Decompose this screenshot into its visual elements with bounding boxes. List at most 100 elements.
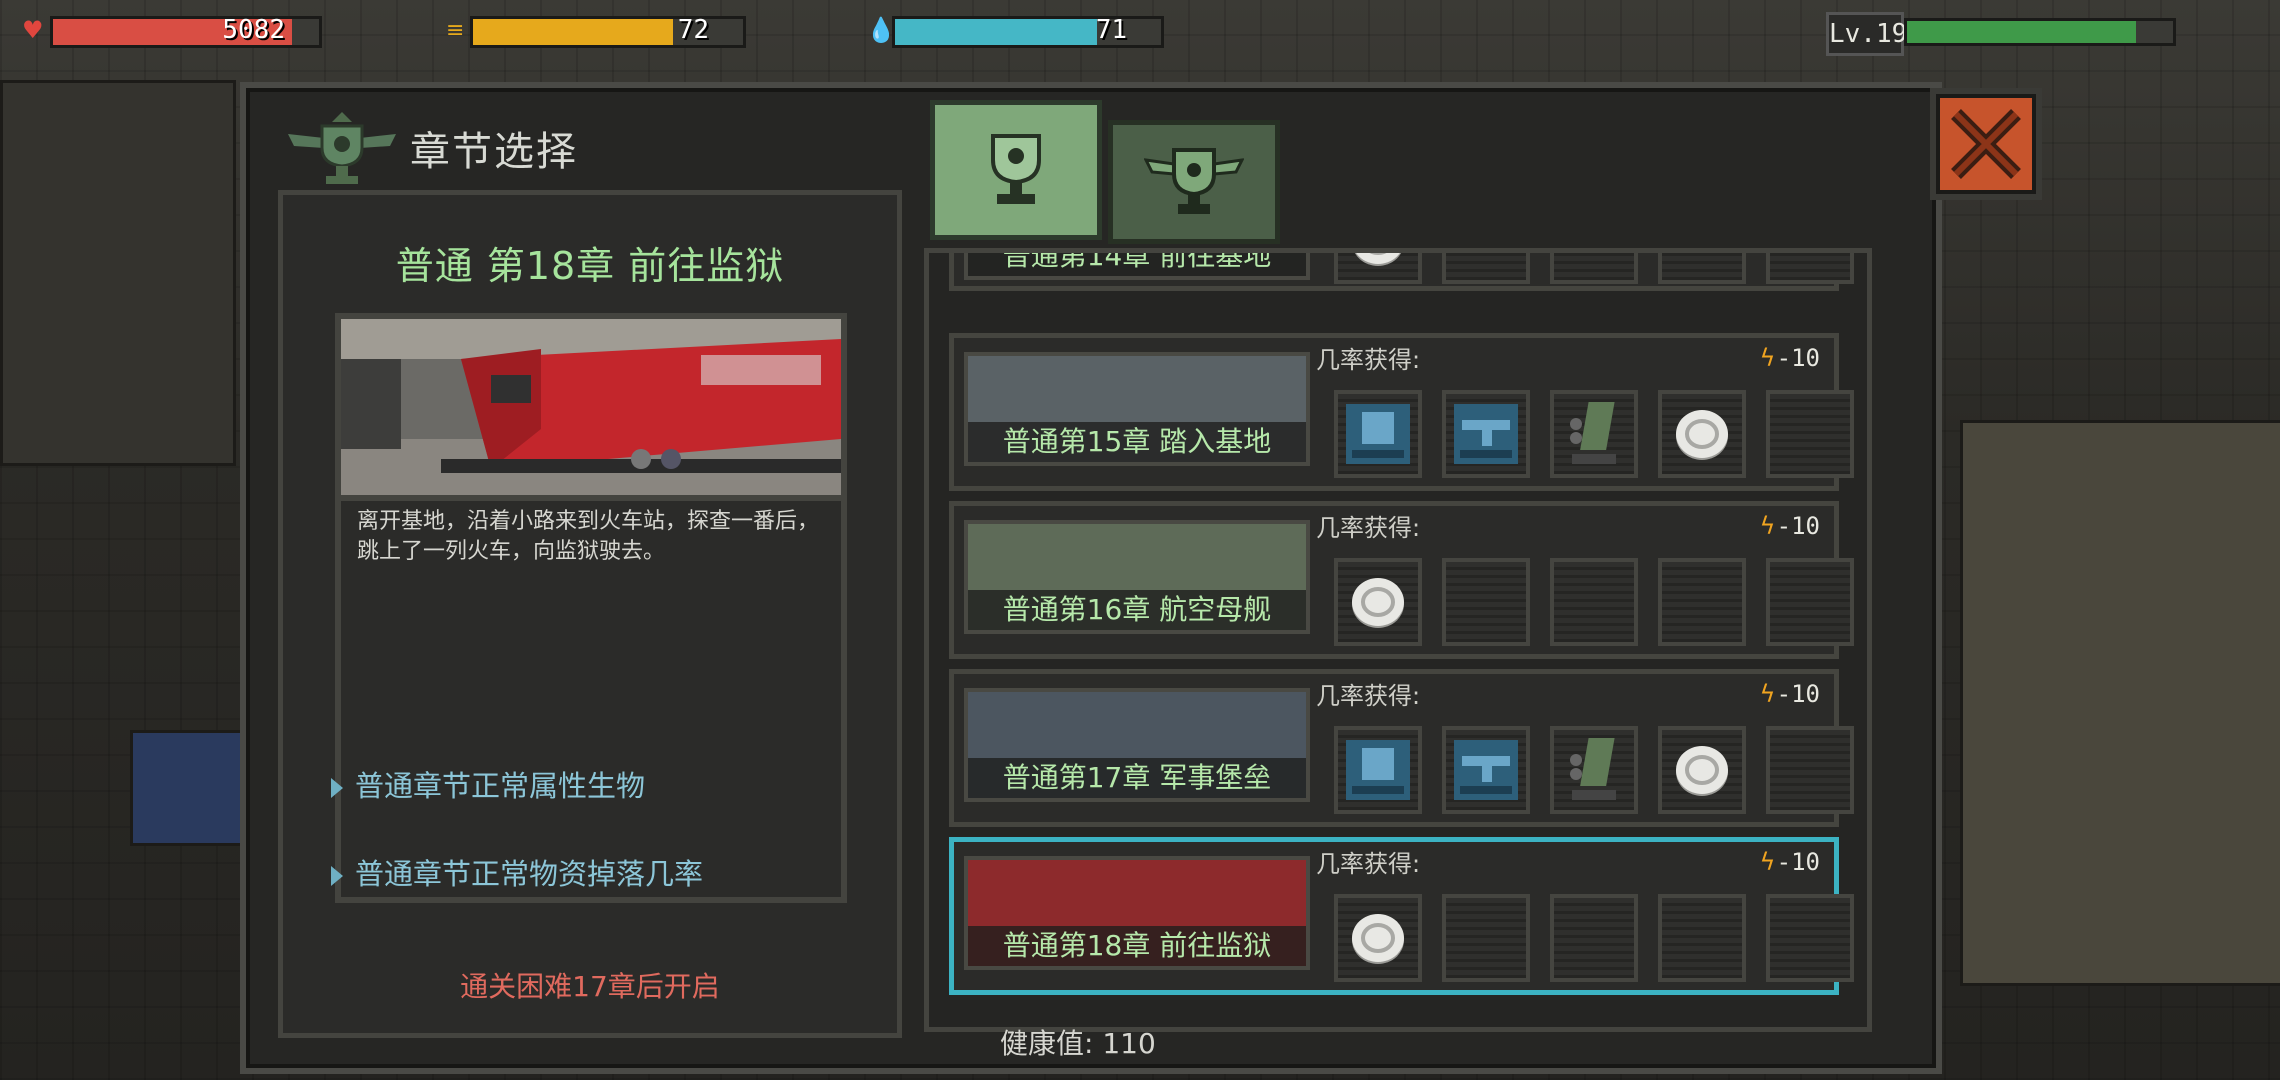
ammo-icon xyxy=(1570,402,1616,464)
reward-slot-empty xyxy=(1550,558,1638,646)
chapter-thumbnail: 普通第15章 踏入基地 xyxy=(964,352,1310,466)
close-button[interactable] xyxy=(1930,88,2042,200)
tab-normal-chapters[interactable] xyxy=(930,100,1102,240)
chapter-name: 普通第16章 航空母舰 xyxy=(968,590,1306,630)
water-bar: 71 xyxy=(892,15,1164,48)
selected-chapter-title: 普通 第18章 前往监狱 xyxy=(395,244,785,288)
chapter-name: 普通第17章 军事堡垒 xyxy=(968,758,1306,798)
health-bar: 5082 xyxy=(50,15,322,48)
lightning-icon: ϟ xyxy=(1760,344,1775,372)
food-bar-fill xyxy=(473,19,673,45)
chapter-name: 普通第15章 踏入基地 xyxy=(968,422,1306,462)
chapter-description: 离开基地，沿着小路来到火车站，探查一番后，跳上了一列火车，向监狱驶去。 xyxy=(357,509,820,564)
food-bar: 72 xyxy=(470,15,746,48)
reward-slot-empty xyxy=(1550,894,1638,982)
reward-slot[interactable] xyxy=(1334,726,1422,814)
armor-chest-icon xyxy=(1346,404,1410,464)
reward-slot-empty xyxy=(1766,253,1854,284)
chapter-row-15[interactable]: 普通第15章 踏入基地 几率获得: ϟ-10 xyxy=(949,333,1854,491)
lightning-icon: ϟ xyxy=(1760,848,1775,876)
energy-cost: ϟ-10 xyxy=(1760,344,1820,372)
background-sign xyxy=(130,730,246,846)
drop-rate-info-link[interactable]: 普通章节正常物资掉落几率 xyxy=(331,851,703,893)
drop-chance-label: 几率获得: xyxy=(1316,850,1421,878)
chapter-thumbnail: 普通第14章 前往基地 xyxy=(964,253,1310,280)
drop-chance-label: 几率获得: xyxy=(1316,682,1421,710)
reward-slot-empty xyxy=(1550,253,1638,284)
reward-slots xyxy=(1334,726,1854,814)
reward-slot-empty xyxy=(1442,894,1530,982)
panel-title: 章节选择 xyxy=(410,129,578,175)
chapter-list[interactable]: 普通第14章 前往基地 普通第15章 踏入基地 几率获得: ϟ-10 普通第16… xyxy=(924,248,1872,1032)
coin-icon xyxy=(1354,253,1402,266)
heart-icon: ♥ xyxy=(22,16,44,44)
reward-slot[interactable] xyxy=(1658,390,1746,478)
reward-slots xyxy=(1334,390,1854,478)
drop-chance-label: 几率获得: xyxy=(1316,514,1421,542)
winged-trophy-icon xyxy=(288,112,396,184)
reward-slot[interactable] xyxy=(1334,894,1422,982)
energy-cost: ϟ-10 xyxy=(1760,680,1820,708)
chapter-thumbnail: 普通第18章 前往监狱 xyxy=(964,856,1310,970)
reward-slot-empty xyxy=(1658,253,1746,284)
chapter-row-17[interactable]: 普通第17章 军事堡垒 几率获得: ϟ-10 xyxy=(949,669,1854,827)
reward-slots xyxy=(1334,253,1854,284)
reward-slot-empty xyxy=(1658,894,1746,982)
top-hud: ♥ 5082 ≡ 72 💧 71 Lv.19 xyxy=(0,0,2280,60)
reward-slot[interactable] xyxy=(1442,726,1530,814)
chapter-detail: 普通 第18章 前往监狱 离开基地，沿着小路来到火车站，探查一番后，跳上了一列火… xyxy=(278,190,902,1038)
energy-cost: ϟ-10 xyxy=(1760,848,1820,876)
creature-info-label: 普通章节正常属性生物 xyxy=(355,769,646,803)
unlock-requirement: 通关困难17章后开启 xyxy=(460,970,720,1003)
background-wall xyxy=(0,80,236,466)
chapter-row-16[interactable]: 普通第16章 航空母舰 几率获得: ϟ-10 xyxy=(949,501,1854,659)
close-icon xyxy=(1951,109,2021,179)
chapter-description-box: 离开基地，沿着小路来到火车站，探查一番后，跳上了一列火车，向监狱驶去。 xyxy=(335,495,847,903)
background-crate xyxy=(1960,420,2280,986)
reward-slot[interactable] xyxy=(1334,390,1422,478)
drop-rate-info-label: 普通章节正常物资掉落几率 xyxy=(355,857,704,891)
energy-cost-value: -10 xyxy=(1776,344,1820,372)
coin-icon xyxy=(1676,410,1728,460)
chapter-name: 普通第18章 前往监狱 xyxy=(968,926,1306,966)
reward-slot[interactable] xyxy=(1550,726,1638,814)
level-badge: Lv.19 xyxy=(1826,12,1907,56)
health-value-text: 健康值: 110 xyxy=(1000,1027,1156,1060)
panel-header: 章节选择 xyxy=(284,108,578,188)
reward-slot-empty xyxy=(1766,558,1854,646)
energy-cost-value: -10 xyxy=(1776,512,1820,540)
xp-bar xyxy=(1904,18,2176,46)
chapter-row-14[interactable]: 普通第14章 前往基地 xyxy=(949,253,1854,291)
chapter-thumbnail: 普通第17章 军事堡垒 xyxy=(964,688,1310,802)
coin-icon xyxy=(1352,914,1404,964)
reward-slots xyxy=(1334,558,1854,646)
reward-slot-empty xyxy=(1766,726,1854,814)
creature-info-link[interactable]: 普通章节正常属性生物 xyxy=(331,763,645,805)
reward-slots xyxy=(1334,894,1854,982)
chapter-thumbnail: 普通第16章 航空母舰 xyxy=(964,520,1310,634)
play-arrow-icon xyxy=(331,778,343,798)
winged-trophy-icon xyxy=(1144,148,1244,214)
lightning-icon: ϟ xyxy=(1760,680,1775,708)
reward-slot[interactable] xyxy=(1550,390,1638,478)
chapter-name: 普通第14章 前往基地 xyxy=(968,253,1306,276)
energy-cost-value: -10 xyxy=(1776,680,1820,708)
tab-hard-chapters[interactable] xyxy=(1108,120,1280,244)
coin-icon xyxy=(1676,746,1728,796)
reward-slot-empty xyxy=(1658,558,1746,646)
water-value: 71 xyxy=(1095,15,1127,45)
reward-slot-empty xyxy=(1442,253,1530,284)
chapter-preview-image xyxy=(335,313,847,501)
reward-slot[interactable] xyxy=(1334,253,1422,284)
burger-icon: ≡ xyxy=(446,18,465,43)
gun-chest-icon xyxy=(1454,404,1518,464)
ammo-icon xyxy=(1570,738,1616,800)
reward-slot[interactable] xyxy=(1658,726,1746,814)
lightning-icon: ϟ xyxy=(1760,512,1775,540)
reward-slot[interactable] xyxy=(1334,558,1422,646)
energy-cost-value: -10 xyxy=(1776,848,1820,876)
play-arrow-icon xyxy=(331,866,343,886)
xp-bar-fill xyxy=(1907,21,2136,43)
reward-slot[interactable] xyxy=(1442,390,1530,478)
chapter-row-18[interactable]: 普通第18章 前往监狱 几率获得: ϟ-10 xyxy=(949,837,1854,995)
